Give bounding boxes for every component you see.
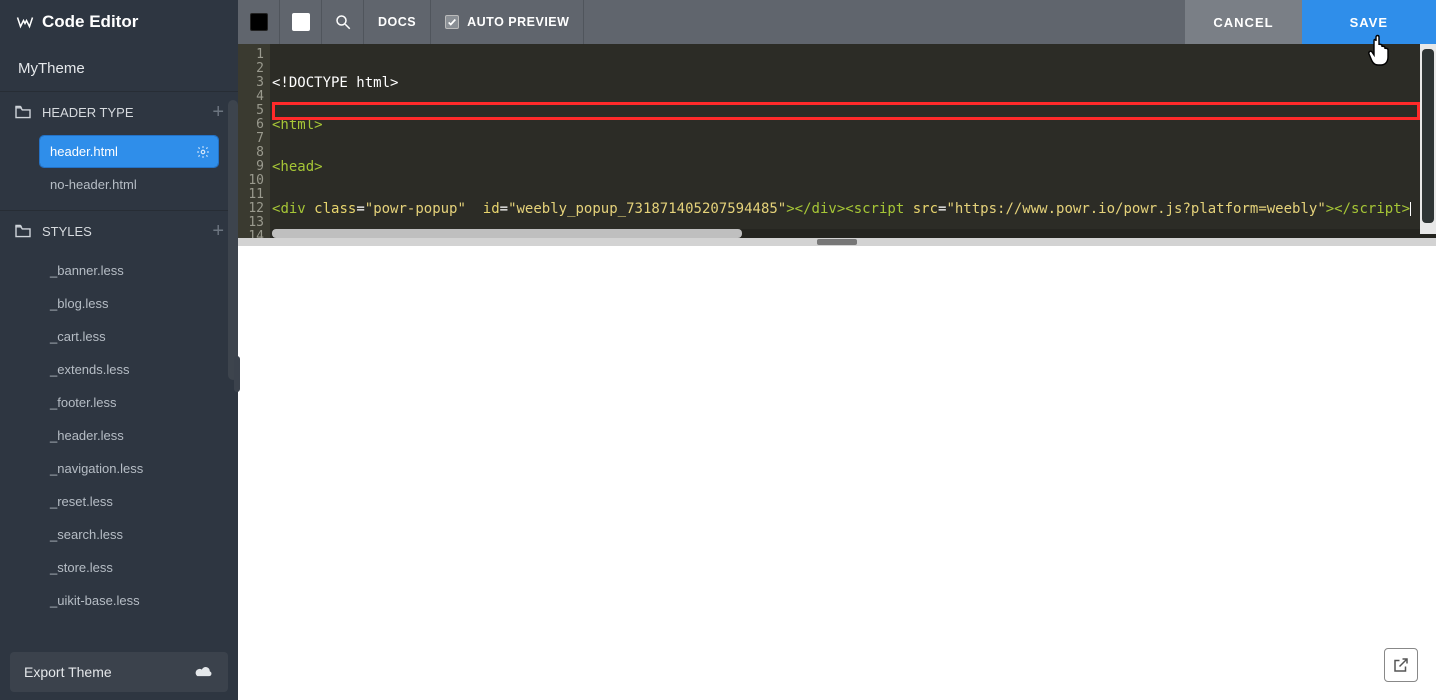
file-label: _navigation.less xyxy=(50,461,143,476)
file-label: _reset.less xyxy=(50,494,113,509)
editor-h-scrollbar[interactable] xyxy=(272,229,1436,238)
file-item-no-header-html[interactable]: no-header.html xyxy=(40,169,218,200)
line-gutter: 1234567891011121314 xyxy=(238,44,270,238)
file-item[interactable]: _footer.less xyxy=(40,387,218,418)
sidebar: MyTheme HEADER TYPE + header.html no-hea… xyxy=(0,44,238,700)
cancel-button[interactable]: CANCEL xyxy=(1185,0,1301,44)
code-editor[interactable]: 1234567891011121314 <!DOCTYPE html> <htm… xyxy=(238,44,1436,238)
file-label: _extends.less xyxy=(50,362,130,377)
editor-v-scrollbar[interactable] xyxy=(1420,44,1436,234)
folder-icon xyxy=(14,105,32,119)
file-label: header.html xyxy=(50,144,118,159)
open-external-button[interactable] xyxy=(1384,648,1418,682)
file-item[interactable]: _extends.less xyxy=(40,354,218,385)
auto-preview-label: AUTO PREVIEW xyxy=(467,15,569,29)
checkbox-icon xyxy=(445,15,459,29)
app-title-bar: Code Editor xyxy=(0,0,238,44)
file-item[interactable]: _uikit-base.less xyxy=(40,585,218,616)
section-title: HEADER TYPE xyxy=(42,105,134,120)
file-label: _store.less xyxy=(50,560,113,575)
file-label: _uikit-base.less xyxy=(50,593,140,608)
code-content[interactable]: <!DOCTYPE html> <html> <head> <div class… xyxy=(272,48,1430,238)
sidebar-scrollbar[interactable] xyxy=(228,100,238,380)
weebly-logo-icon xyxy=(16,13,34,31)
section-header-styles[interactable]: STYLES + xyxy=(0,210,238,251)
pane-splitter[interactable] xyxy=(238,238,1436,246)
file-item[interactable]: _store.less xyxy=(40,552,218,583)
sidebar-resize-handle[interactable] xyxy=(234,356,240,392)
file-label: _footer.less xyxy=(50,395,117,410)
search-icon xyxy=(334,13,352,31)
file-item[interactable]: _cart.less xyxy=(40,321,218,352)
file-item[interactable]: _blog.less xyxy=(40,288,218,319)
theme-light-swatch[interactable] xyxy=(280,0,322,44)
file-item[interactable]: _search.less xyxy=(40,519,218,550)
file-label: _blog.less xyxy=(50,296,109,311)
add-file-button[interactable]: + xyxy=(212,102,224,122)
export-label: Export Theme xyxy=(24,664,112,680)
export-theme-button[interactable]: Export Theme xyxy=(10,652,228,692)
file-item[interactable]: _navigation.less xyxy=(40,453,218,484)
search-button[interactable] xyxy=(322,0,364,44)
toolbar: DOCS AUTO PREVIEW CANCEL SAVE xyxy=(238,0,1436,44)
section-title: STYLES xyxy=(42,224,92,239)
section-header-header-type[interactable]: HEADER TYPE + xyxy=(0,91,238,132)
file-label: _search.less xyxy=(50,527,123,542)
save-button[interactable]: SAVE xyxy=(1302,0,1436,44)
auto-preview-toggle[interactable]: AUTO PREVIEW xyxy=(431,0,584,44)
file-label: no-header.html xyxy=(50,177,137,192)
app-title: Code Editor xyxy=(42,12,138,32)
file-label: _cart.less xyxy=(50,329,106,344)
file-item[interactable]: _banner.less xyxy=(40,255,218,286)
preview-pane xyxy=(238,246,1436,700)
folder-icon xyxy=(14,224,32,238)
external-link-icon xyxy=(1392,656,1410,674)
theme-dark-swatch[interactable] xyxy=(238,0,280,44)
file-label: _banner.less xyxy=(50,263,124,278)
file-settings-button[interactable] xyxy=(196,145,210,159)
file-item-header-html[interactable]: header.html xyxy=(40,136,218,167)
file-item[interactable]: _header.less xyxy=(40,420,218,451)
cloud-download-icon xyxy=(194,664,214,680)
docs-button[interactable]: DOCS xyxy=(364,0,431,44)
file-label: _header.less xyxy=(50,428,124,443)
add-file-button[interactable]: + xyxy=(212,221,224,241)
gear-icon xyxy=(196,145,210,159)
file-item[interactable]: _reset.less xyxy=(40,486,218,517)
theme-name: MyTheme xyxy=(0,44,238,91)
